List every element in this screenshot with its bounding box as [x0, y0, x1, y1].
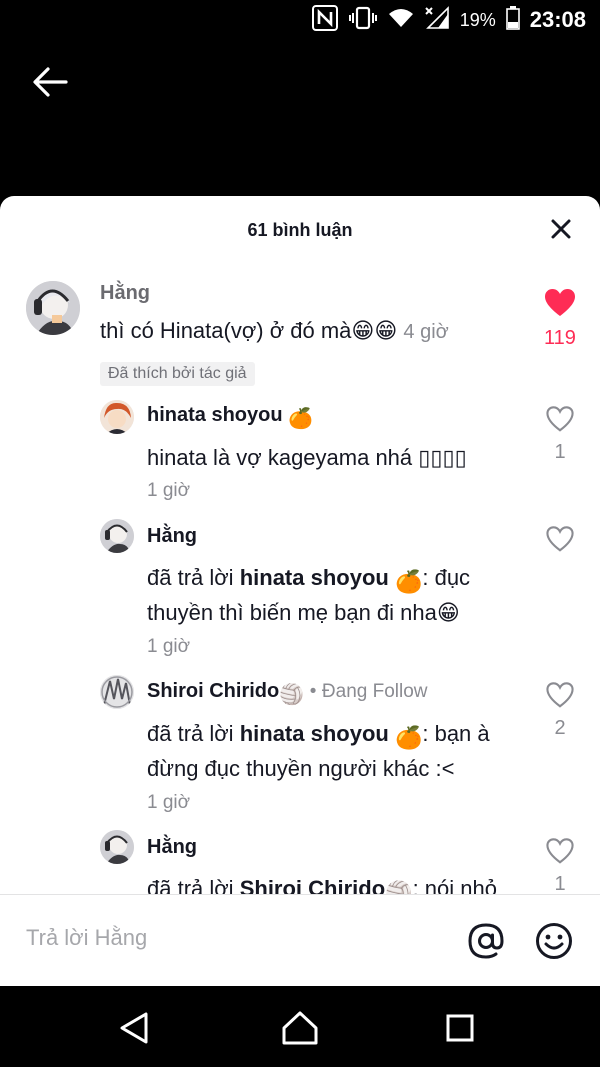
smiley-icon — [536, 923, 572, 959]
reply-mention[interactable]: hinata shoyou — [240, 565, 389, 590]
mention-button[interactable] — [466, 921, 506, 961]
sheet-header: 61 bình luận — [0, 196, 600, 266]
home-icon — [282, 1011, 318, 1045]
like-count: 1 — [554, 873, 566, 894]
like-count: 1 — [554, 441, 566, 463]
like-button[interactable] — [540, 526, 580, 561]
close-icon — [551, 219, 571, 239]
comment-count-title: 61 bình luận — [247, 220, 353, 240]
like-button[interactable]: 2 — [540, 682, 580, 740]
like-count: 119 — [544, 327, 576, 349]
avatar[interactable] — [100, 519, 134, 553]
square-recents-icon — [446, 1014, 474, 1042]
emoji-button[interactable] — [534, 921, 574, 961]
reply-mention[interactable]: Shiroi Chirido — [240, 876, 385, 894]
avatar[interactable] — [100, 400, 134, 434]
comments-sheet: 61 bình luận Hằng thì có Hinata(vợ) ở đó… — [0, 196, 600, 986]
comment-time: 1 giờ — [147, 480, 191, 501]
heart-outline-icon — [546, 406, 574, 432]
triangle-back-icon — [120, 1012, 148, 1044]
close-button[interactable] — [550, 218, 572, 240]
comment-time: 4 giờ — [403, 321, 449, 343]
heart-outline-icon — [546, 526, 574, 552]
comment-text: hinata là vợ kageyama nhá ▯▯▯▯ — [147, 445, 467, 470]
comment-author[interactable]: Hằng — [147, 836, 197, 859]
status-bar: 19% 23:08 — [0, 0, 600, 40]
vibrate-icon — [348, 6, 378, 35]
avatar[interactable] — [26, 281, 80, 335]
comment-text: đã trả lời hinata shoyou 🍊: bạn à — [147, 721, 490, 750]
comment-author[interactable]: Shiroi Chirido🏐 • Đang Follow — [147, 680, 428, 707]
comment-author[interactable]: hinata shoyou 🍊 — [147, 404, 313, 431]
comment-text-line2: đừng đục thuyền người khác :< — [147, 756, 455, 781]
reply-mention[interactable]: hinata shoyou — [240, 721, 389, 746]
heart-filled-icon — [545, 289, 575, 316]
nfc-icon — [311, 4, 338, 36]
system-nav-bar — [0, 986, 600, 1067]
like-button[interactable]: 1 — [540, 838, 580, 894]
arrow-left-icon — [33, 67, 68, 97]
comment-text: thì có Hinata(vợ) ở đó mà😁😁 4 giờ — [100, 318, 449, 343]
comment-list[interactable]: Hằng thì có Hinata(vợ) ở đó mà😁😁 4 giờ Đ… — [0, 266, 600, 894]
heart-outline-icon — [546, 838, 574, 864]
heart-outline-icon — [546, 682, 574, 708]
follow-status[interactable]: Đang Follow — [322, 681, 428, 702]
back-button[interactable] — [32, 66, 72, 102]
comment-time: 1 giờ — [147, 636, 191, 657]
reply-bar — [0, 894, 600, 986]
nav-recents-button[interactable] — [440, 1008, 480, 1048]
nav-back-button[interactable] — [114, 1008, 154, 1048]
avatar[interactable] — [100, 675, 134, 709]
at-sign-icon — [468, 923, 504, 959]
avatar[interactable] — [100, 830, 134, 864]
liked-by-author-badge: Đã thích bởi tác giả — [100, 362, 255, 386]
like-button[interactable]: 119 — [540, 288, 580, 350]
reply-input[interactable] — [26, 925, 426, 951]
like-button[interactable]: 1 — [540, 406, 580, 464]
comment-text: đã trả lời hinata shoyou 🍊: đục — [147, 565, 471, 594]
comment-text-line2: thuyền thì biến mẹ bạn đi nha😁 — [147, 600, 460, 625]
clock: 23:08 — [529, 7, 586, 32]
like-count: 2 — [554, 717, 566, 739]
comment-author[interactable]: Hằng — [147, 525, 197, 548]
signal-icon — [424, 5, 450, 35]
wifi-icon — [388, 7, 414, 34]
comment-text: đã trả lời Shiroi Chirido🏐: nói nhỏ — [147, 871, 497, 894]
comment-time: 1 giờ — [147, 792, 191, 813]
comment-author[interactable]: Hằng — [100, 282, 150, 305]
battery-percent: 19% — [459, 9, 496, 30]
battery-icon — [505, 5, 520, 35]
nav-home-button[interactable] — [280, 1008, 320, 1048]
